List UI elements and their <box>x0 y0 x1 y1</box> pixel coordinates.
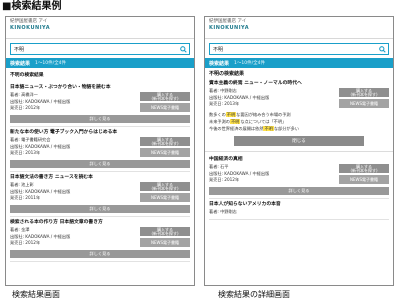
book-title[interactable]: 新たな本の使い方 電子ブック入門からはじめる本 <box>10 129 190 136</box>
result-header: 検索結果 1〜10件/全4件 <box>205 58 393 68</box>
snippet: 未来予測の不明な点については「不明」 <box>209 119 287 124</box>
details-button[interactable]: 詳しく見る <box>209 187 389 195</box>
ebook-button[interactable]: NEWS電子書籍 <box>140 193 190 202</box>
keyword-highlight: 不明 <box>225 112 237 117</box>
buy-button[interactable]: 購入する (新刊本を探す) <box>140 227 190 236</box>
list-item: 日本語文法の書き方 ニュースを読む本 著者: 池上彰 出版社: KADOKAWA… <box>10 172 190 217</box>
details-button[interactable]: 詳しく見る <box>10 205 190 213</box>
search-results-screen: 紀伊国屋書店 アイ KINOKUNIYA 不明 検索結果 1〜10件/全4件 不… <box>5 16 195 286</box>
close-button[interactable]: 閉じる <box>234 136 364 146</box>
result-list: 不明の検索結果 日本語ニュース・ぶつかり合い・物語を読む本 著者: 高橋洋一 出… <box>6 68 194 264</box>
search-bar: 不明 <box>209 43 389 55</box>
store-logo[interactable]: 紀伊国屋書店 アイ KINOKUNIYA <box>205 17 393 39</box>
matched-snippets: 数多くの不明な要因が絡み合う市場の予測 未来予測の不明な点については「不明」 今… <box>209 111 389 132</box>
book-title[interactable]: 日本語ニュース・ぶつかり合い・物語を読む本 <box>10 84 190 91</box>
ebook-button[interactable]: NEWS電子書籍 <box>140 238 190 247</box>
details-button[interactable]: 詳しく見る <box>10 250 190 258</box>
book-title[interactable]: 検索される本の作り方 日本語文章の書き方 <box>10 219 190 226</box>
result-label: 検索結果 <box>10 60 31 67</box>
keyword-highlight: 不明 <box>229 119 241 124</box>
page-heading: ■検索結果例 <box>2 1 62 12</box>
result-count: 1〜10件/全4件 <box>35 61 66 66</box>
ebook-button[interactable]: NEWS電子書籍 <box>140 103 190 112</box>
book-title[interactable]: 日本人が知らないアメリカの本音 <box>209 201 389 208</box>
list-item: 新たな本の使い方 電子ブック入門からはじめる本 著者: 電子書籍研究会 出版社:… <box>10 127 190 172</box>
ebook-button[interactable]: NEWS電子書籍 <box>339 175 389 184</box>
search-input[interactable]: 不明 <box>11 46 177 53</box>
caption-right: 検索結果の詳細画面 <box>218 290 290 299</box>
book-title[interactable]: 中国経済の真相 <box>209 156 389 163</box>
result-list: 中国経済の真相 著者: 石平 出版社: KADOKAWA / 中経出版 発売日:… <box>205 152 393 222</box>
store-logo[interactable]: 紀伊国屋書店 アイ KINOKUNIYA <box>6 17 194 39</box>
list-title: 不明の検索結果 <box>209 71 245 77</box>
ebook-button[interactable]: NEWS電子書籍 <box>339 99 389 108</box>
buy-button[interactable]: 購入する (新刊本を探す) <box>339 164 389 173</box>
search-icon <box>179 45 187 53</box>
caption-left: 検索結果画面 <box>12 290 60 299</box>
snippet: 今後の世界経済の展開は依然不明な部分が多い <box>209 126 299 131</box>
search-bar: 不明 <box>10 43 190 55</box>
snippet: 数多くの不明な要因が絡み合う市場の予測 <box>209 112 291 117</box>
ebook-button[interactable]: NEWS電子書籍 <box>140 148 190 157</box>
book-author: 著者: 中野剛志 <box>209 209 237 214</box>
book-title[interactable]: 資本主義の終焉 ニュー・ノーマルの時代へ <box>209 80 389 87</box>
search-input[interactable]: 不明 <box>210 46 376 53</box>
search-detail-screen: 紀伊国屋書店 アイ KINOKUNIYA 不明 検索結果 1〜10件/全4件 不… <box>204 16 394 286</box>
logo-line2: KINOKUNIYA <box>209 25 250 31</box>
book-date: 発売日: 2013年 <box>10 150 41 155</box>
book-date: 発売日: 2011年 <box>10 195 41 200</box>
search-icon <box>378 45 386 53</box>
book-date: 発売日: 2012年 <box>10 240 41 245</box>
list-item: 日本人が知らないアメリカの本音 著者: 中野剛志 <box>209 199 389 220</box>
list-item: 日本語ニュース・ぶつかり合い・物語を読む本 著者: 高橋洋一 出版社: KADO… <box>10 82 190 127</box>
result-header: 検索結果 1〜10件/全4件 <box>6 58 194 68</box>
search-button[interactable] <box>376 44 388 54</box>
book-date: 発売日: 2013年 <box>209 101 240 106</box>
result-count: 1〜10件/全4件 <box>234 61 265 66</box>
result-label: 検索結果 <box>209 60 230 67</box>
search-button[interactable] <box>177 44 189 54</box>
details-button[interactable]: 詳しく見る <box>10 115 190 123</box>
list-item: 検索される本の作り方 日本語文章の書き方 著者: 金澤 出版社: KADOKAW… <box>10 217 190 262</box>
list-item: 中国経済の真相 著者: 石平 出版社: KADOKAWA / 中経出版 発売日:… <box>209 154 389 199</box>
expanded-item: 不明の検索結果 資本主義の終焉 ニュー・ノーマルの時代へ 著者: 中野剛志 出版… <box>205 68 393 152</box>
buy-button[interactable]: 購入する (新刊本を探す) <box>140 182 190 191</box>
keyword-highlight: 不明 <box>263 126 274 131</box>
list-title: 不明の検索結果 <box>10 73 44 78</box>
details-button[interactable]: 詳しく見る <box>10 160 190 168</box>
buy-button[interactable]: 購入する (新刊本を探す) <box>140 137 190 146</box>
book-date: 発売日: 2012年 <box>209 177 240 182</box>
buy-button[interactable]: 購入する (新刊本を探す) <box>140 92 190 101</box>
logo-line2: KINOKUNIYA <box>10 25 51 31</box>
buy-button[interactable]: 購入する (新刊本を探す) <box>339 88 389 97</box>
book-date: 発売日: 2012年 <box>10 105 41 110</box>
book-title[interactable]: 日本語文法の書き方 ニュースを読む本 <box>10 174 190 181</box>
